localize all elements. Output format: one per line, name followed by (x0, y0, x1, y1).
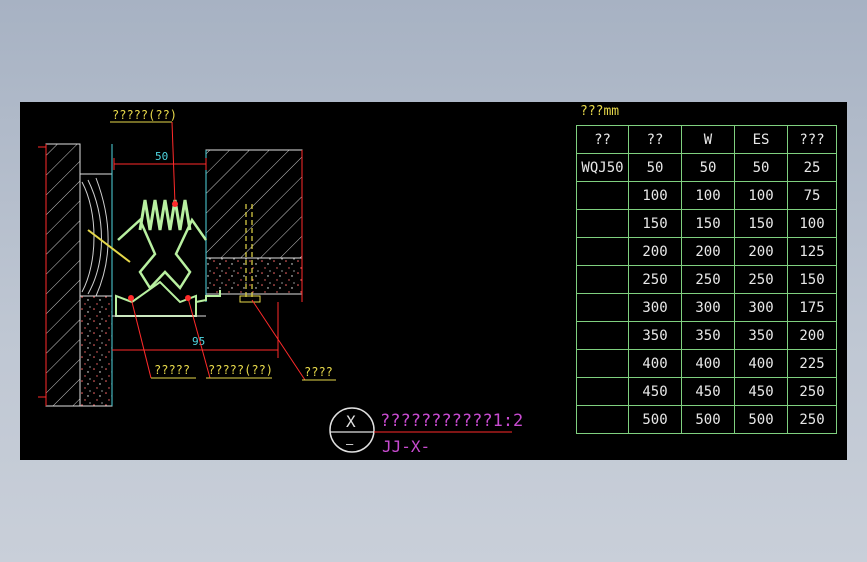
drawing-canvas: 50 95 ?????(??) ????? ?????(??) ???? X — (20, 102, 847, 460)
table-row: 500 500 500 250 (576, 405, 837, 434)
table-cell: 175 (787, 293, 837, 322)
label-bottom-right: ???? (304, 365, 333, 379)
table-row: 400 400 400 225 (576, 349, 837, 378)
table-cell: 300 (681, 293, 735, 322)
table-title: ???mm (580, 104, 620, 119)
table-cell: 225 (787, 349, 837, 378)
table-cell: 50 (734, 153, 788, 182)
table-cell: 125 (787, 237, 837, 266)
table-cell: 350 (628, 321, 682, 350)
table-cell: 350 (681, 321, 735, 350)
table-cell (576, 349, 629, 378)
table-cell: 100 (628, 181, 682, 210)
table-row: WQJ50 50 50 50 25 (576, 153, 837, 182)
spec-table: ?? ?? W ES ??? WQJ50 50 50 50 25 100 100 100 75… (576, 125, 837, 434)
detail-title-main: ???????????1:2 (380, 411, 523, 431)
table-row: 450 450 450 250 (576, 377, 837, 406)
table-cell: 200 (628, 237, 682, 266)
table-cell: 200 (681, 237, 735, 266)
table-row: 250 250 250 150 (576, 265, 837, 294)
table-cell: 250 (787, 405, 837, 434)
table-cell: WQJ50 (576, 153, 629, 182)
table-cell: 100 (681, 181, 735, 210)
table-cell: 250 (734, 265, 788, 294)
table-row: 350 350 350 200 (576, 321, 837, 350)
right-wall (205, 149, 303, 303)
table-cell: 300 (734, 293, 788, 322)
table-cell (576, 321, 629, 350)
table-cell: 450 (734, 377, 788, 406)
table-cell: 100 (734, 181, 788, 210)
table-cell: 150 (734, 209, 788, 238)
table-cell: 200 (734, 237, 788, 266)
table-cell (576, 405, 629, 434)
detail-symbol-bottom: — (346, 437, 354, 451)
table-cell (576, 377, 629, 406)
table-cell: 150 (681, 209, 735, 238)
table-cell: 50 (681, 153, 735, 182)
label-top: ?????(??) (112, 108, 177, 122)
table-row: 300 300 300 175 (576, 293, 837, 322)
header-cell: ES (734, 125, 788, 154)
detail-symbol-top: X (346, 412, 356, 431)
table-cell: 400 (628, 349, 682, 378)
header-cell: ?? (576, 125, 629, 154)
table-cell: 200 (787, 321, 837, 350)
header-cell: ?? (628, 125, 682, 154)
table-cell: 450 (628, 377, 682, 406)
table-cell: 25 (787, 153, 837, 182)
table-row: 100 100 100 75 (576, 181, 837, 210)
label-bottom-left: ????? (154, 363, 190, 377)
table-cell: 100 (787, 209, 837, 238)
table-cell: 450 (681, 377, 735, 406)
label-bottom-mid: ?????(??) (208, 363, 273, 377)
table-cell: 75 (787, 181, 837, 210)
dimension-top: 50 (155, 150, 168, 163)
table-cell: 150 (787, 265, 837, 294)
table-row: 200 200 200 125 (576, 237, 837, 266)
table-cell: 350 (734, 321, 788, 350)
table-cell: 50 (628, 153, 682, 182)
table-cell: 150 (628, 209, 682, 238)
table-cell (576, 209, 629, 238)
left-wall (38, 143, 113, 407)
table-cell: 500 (681, 405, 735, 434)
table-cell: 250 (681, 265, 735, 294)
table-cell (576, 181, 629, 210)
header-cell: W (681, 125, 735, 154)
table-cell: 400 (681, 349, 735, 378)
table-cell: 400 (734, 349, 788, 378)
table-cell: 250 (787, 377, 837, 406)
table-cell (576, 237, 629, 266)
table-cell: 500 (628, 405, 682, 434)
table-cell: 500 (734, 405, 788, 434)
table-header-row: ?? ?? W ES ??? (576, 125, 837, 154)
table-cell: 300 (628, 293, 682, 322)
detail-title-sub: JJ-X- (382, 437, 430, 456)
table-cell (576, 293, 629, 322)
header-cell: ??? (787, 125, 837, 154)
table-cell (576, 265, 629, 294)
table-cell: 250 (628, 265, 682, 294)
table-row: 150 150 150 100 (576, 209, 837, 238)
